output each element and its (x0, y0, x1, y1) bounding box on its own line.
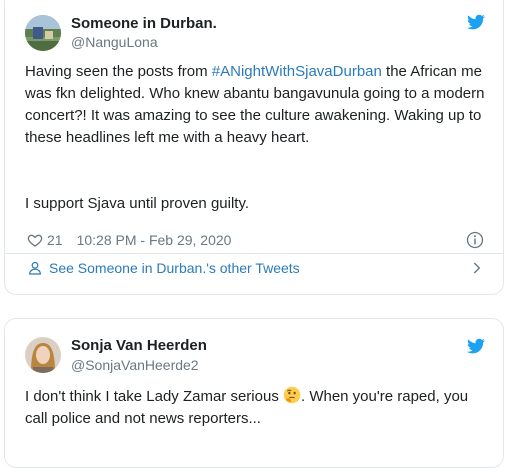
tweet-text-closing: I support Sjava until proven guilty. (25, 195, 250, 212)
person-icon (29, 261, 41, 275)
info-icon[interactable] (466, 231, 484, 249)
author-handle[interactable]: @NanguLona (71, 34, 158, 50)
author-name[interactable]: Sonja Van Heerden (71, 337, 207, 354)
tweet-card: Sonja Van Heerden @SonjaVanHeerde2 I don… (4, 318, 504, 468)
tweet-text-before-emoji: I don't think I take Lady Zamar serious (25, 388, 283, 405)
tweet-timestamp[interactable]: 10:28 PM - Feb 29, 2020 (77, 232, 232, 248)
thinking-face-emoji-icon (283, 386, 301, 404)
like-count[interactable]: 21 (47, 232, 63, 248)
author-handle[interactable]: @SonjaVanHeerde2 (71, 357, 199, 373)
tweet-header: Someone in Durban. @NanguLona (25, 0, 503, 51)
tweet-text: I don't think I take Lady Zamar serious … (25, 386, 485, 430)
hashtag-link[interactable]: #ANightWithSjavaDurban (212, 63, 382, 80)
twitter-bird-icon[interactable] (466, 337, 486, 355)
author-name[interactable]: Someone in Durban. (71, 15, 217, 32)
tweet-text-intro: Having seen the posts from (25, 63, 212, 80)
tweet-meta: 21 10:28 PM - Feb 29, 2020 (27, 232, 231, 248)
divider (5, 253, 503, 254)
tweet-header: Sonja Van Heerden @SonjaVanHeerde2 (25, 319, 503, 379)
tweet-text: Having seen the posts from #ANightWithSj… (25, 61, 485, 149)
see-other-tweets-label: See Someone in Durban.'s other Tweets (49, 260, 300, 276)
avatar[interactable] (25, 15, 61, 51)
heart-icon[interactable] (27, 232, 43, 248)
twitter-bird-icon[interactable] (466, 13, 486, 31)
avatar[interactable] (25, 337, 61, 373)
chevron-right-icon[interactable] (470, 261, 484, 275)
tweet-card: Someone in Durban. @NanguLona Having see… (4, 0, 504, 295)
see-other-tweets-link[interactable]: See Someone in Durban.'s other Tweets (27, 260, 300, 276)
